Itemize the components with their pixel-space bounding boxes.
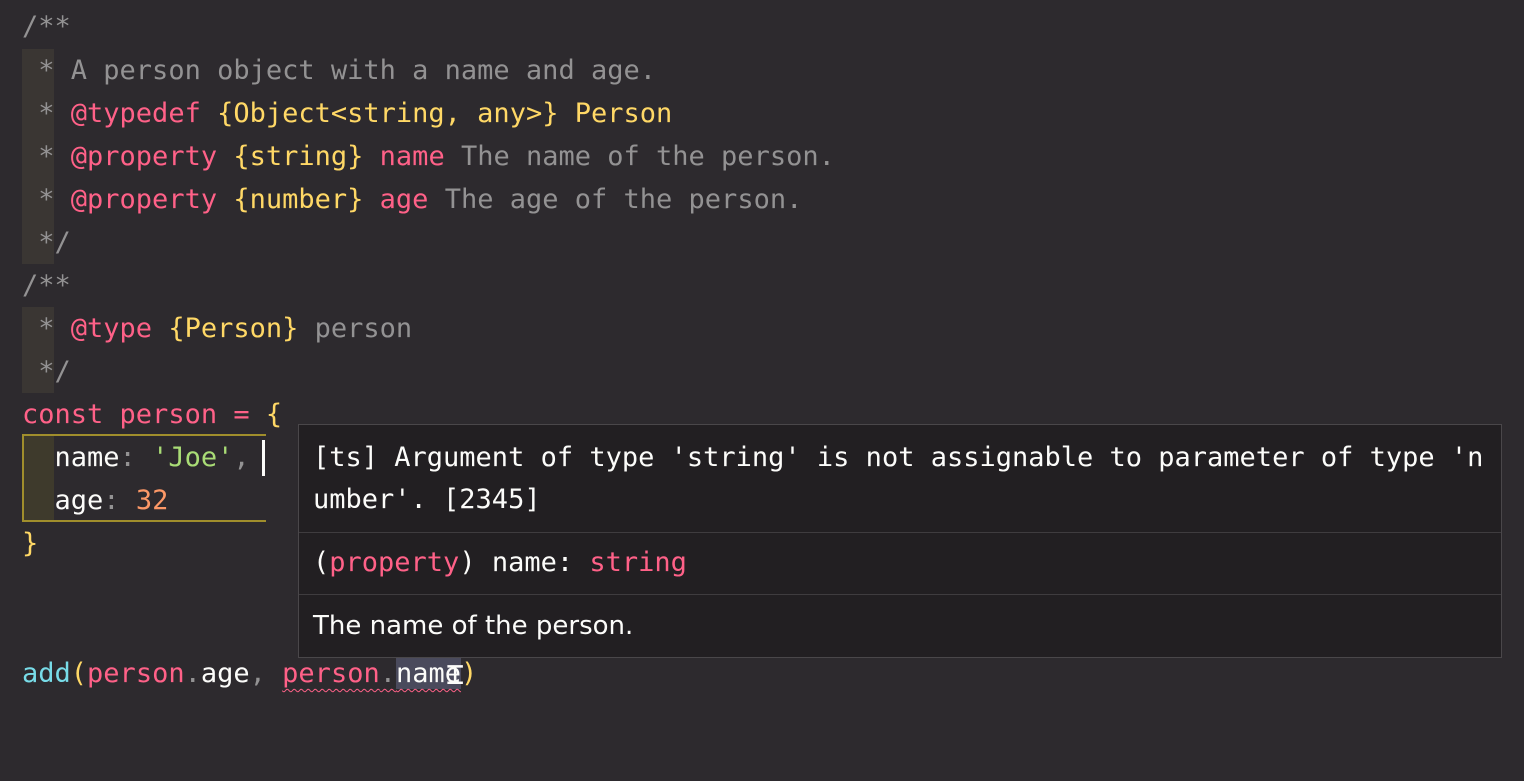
sig-paren-close: ) bbox=[459, 547, 476, 578]
doc-text: The name of the person. bbox=[299, 594, 1501, 657]
jsdoc-desc: The age of the person. bbox=[444, 184, 803, 215]
punct-comma: , bbox=[249, 658, 266, 689]
code-line[interactable]: */ bbox=[0, 350, 1524, 393]
sig-type: string bbox=[589, 547, 687, 578]
jsdoc-desc: The name of the person. bbox=[460, 141, 835, 172]
sig-name: name: bbox=[475, 547, 590, 578]
jsdoc-name: Person bbox=[574, 98, 673, 129]
ibeam-cursor-icon: ⌶ bbox=[446, 657, 465, 692]
code-line[interactable]: * A person object with a name and age. bbox=[0, 49, 1524, 92]
jsdoc-param-name: age bbox=[379, 184, 429, 215]
jsdoc-tag: @typedef bbox=[70, 98, 201, 129]
code-line[interactable]: /** bbox=[0, 264, 1524, 307]
variable-name: person bbox=[119, 399, 218, 430]
sig-paren-open: ( bbox=[313, 547, 330, 578]
code-line[interactable]: * @property {string} name The name of th… bbox=[0, 135, 1524, 178]
punct-comma: , bbox=[233, 442, 250, 473]
object-ref: person bbox=[282, 658, 380, 689]
jsdoc-type: {Person} bbox=[168, 313, 299, 344]
number-literal: 32 bbox=[135, 485, 169, 516]
operator-assign: = bbox=[233, 399, 250, 430]
comment-star: * bbox=[22, 55, 71, 86]
string-literal: 'Joe' bbox=[152, 442, 234, 473]
code-line[interactable]: /** bbox=[0, 5, 1524, 48]
jsdoc-type: {string} bbox=[233, 141, 364, 172]
comment-close: */ bbox=[22, 356, 71, 387]
hover-tooltip[interactable]: [ts] Argument of type 'string' is not as… bbox=[298, 424, 1502, 658]
code-line[interactable]: */ bbox=[0, 221, 1524, 264]
comment-star: * bbox=[22, 184, 71, 215]
jsdoc-tag: @property bbox=[70, 141, 218, 172]
code-line[interactable]: * @typedef {Object<string, any>} Person bbox=[0, 92, 1524, 135]
object-key: name bbox=[54, 442, 120, 473]
brace-open: { bbox=[265, 399, 283, 430]
punct-dot: . bbox=[184, 658, 201, 689]
comment-star: * bbox=[22, 141, 71, 172]
code-editor[interactable]: /** * A person object with a name and ag… bbox=[0, 0, 1524, 719]
comment-star: * bbox=[22, 98, 71, 129]
text-cursor bbox=[262, 440, 265, 476]
keyword-const: const bbox=[22, 399, 104, 430]
jsdoc-name: person bbox=[314, 313, 413, 344]
code-line[interactable]: add(person.age, person.name) bbox=[0, 652, 1524, 695]
object-ref: person bbox=[87, 658, 185, 689]
punct-dot: . bbox=[379, 658, 396, 689]
paren-open: ( bbox=[70, 658, 88, 689]
punct-colon: : bbox=[119, 442, 136, 473]
error-squiggle[interactable]: person.name bbox=[282, 658, 462, 689]
function-call: add bbox=[22, 658, 71, 689]
sig-kind: property bbox=[329, 547, 460, 578]
diagnostic-message: [ts] Argument of type 'string' is not as… bbox=[313, 442, 1484, 515]
jsdoc-type: {Object<string, any>} bbox=[217, 98, 559, 129]
jsdoc-tag: @property bbox=[70, 184, 218, 215]
comment-open: /** bbox=[22, 11, 71, 42]
comment-open: /** bbox=[22, 270, 71, 301]
object-key: age bbox=[54, 485, 104, 516]
jsdoc-param-name: name bbox=[379, 141, 445, 172]
code-line[interactable]: * @type {Person} person bbox=[0, 307, 1524, 350]
comment-star: * bbox=[22, 313, 71, 344]
jsdoc-type: {number} bbox=[233, 184, 364, 215]
type-signature: (property) name: string bbox=[299, 532, 1501, 594]
comment-close: */ bbox=[22, 227, 71, 258]
jsdoc-tag: @type bbox=[70, 313, 153, 344]
brace-close: } bbox=[22, 528, 39, 559]
comment-text: A person object with a name and age. bbox=[70, 55, 656, 86]
punct-colon: : bbox=[103, 485, 120, 516]
property-ref: age bbox=[200, 658, 250, 689]
code-line[interactable]: * @property {number} age The age of the … bbox=[0, 178, 1524, 221]
